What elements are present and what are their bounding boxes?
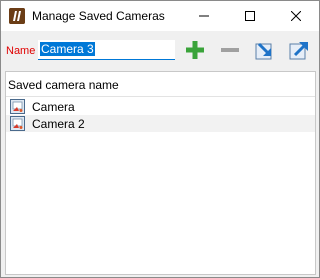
import-icon bbox=[255, 42, 272, 60]
saved-cameras-list[interactable]: Saved camera name Camera Camera 2 bbox=[5, 71, 316, 275]
minimize-icon bbox=[199, 15, 209, 17]
manage-saved-cameras-window: Manage Saved Cameras Name Camera 3 Saved… bbox=[0, 0, 320, 278]
remove-camera-button[interactable] bbox=[219, 39, 241, 61]
export-cameras-button[interactable] bbox=[288, 39, 310, 61]
title-bar[interactable]: Manage Saved Cameras bbox=[1, 1, 319, 31]
name-input[interactable]: Camera 3 bbox=[38, 40, 175, 60]
app-logo-icon bbox=[9, 8, 25, 24]
list-item-label: Camera 2 bbox=[32, 117, 85, 131]
list-column-header[interactable]: Saved camera name bbox=[6, 72, 315, 97]
column-header-label: Saved camera name bbox=[8, 78, 119, 92]
import-cameras-button[interactable] bbox=[254, 39, 276, 61]
remove-icon bbox=[221, 48, 239, 52]
minimize-button[interactable] bbox=[181, 1, 227, 31]
close-button[interactable] bbox=[273, 1, 319, 31]
camera-icon bbox=[10, 116, 25, 131]
camera-icon bbox=[10, 99, 25, 114]
add-camera-button[interactable] bbox=[184, 39, 206, 61]
window-title: Manage Saved Cameras bbox=[32, 9, 165, 23]
list-item-label: Camera bbox=[32, 100, 75, 114]
list-item[interactable]: Camera bbox=[6, 98, 315, 115]
add-icon bbox=[186, 41, 204, 59]
maximize-button[interactable] bbox=[227, 1, 273, 31]
name-label: Name bbox=[6, 45, 36, 57]
name-input-value: Camera 3 bbox=[40, 42, 95, 56]
export-icon bbox=[289, 42, 308, 60]
close-icon bbox=[291, 11, 301, 21]
list-item[interactable]: Camera 2 bbox=[6, 115, 315, 132]
maximize-icon bbox=[245, 11, 255, 21]
